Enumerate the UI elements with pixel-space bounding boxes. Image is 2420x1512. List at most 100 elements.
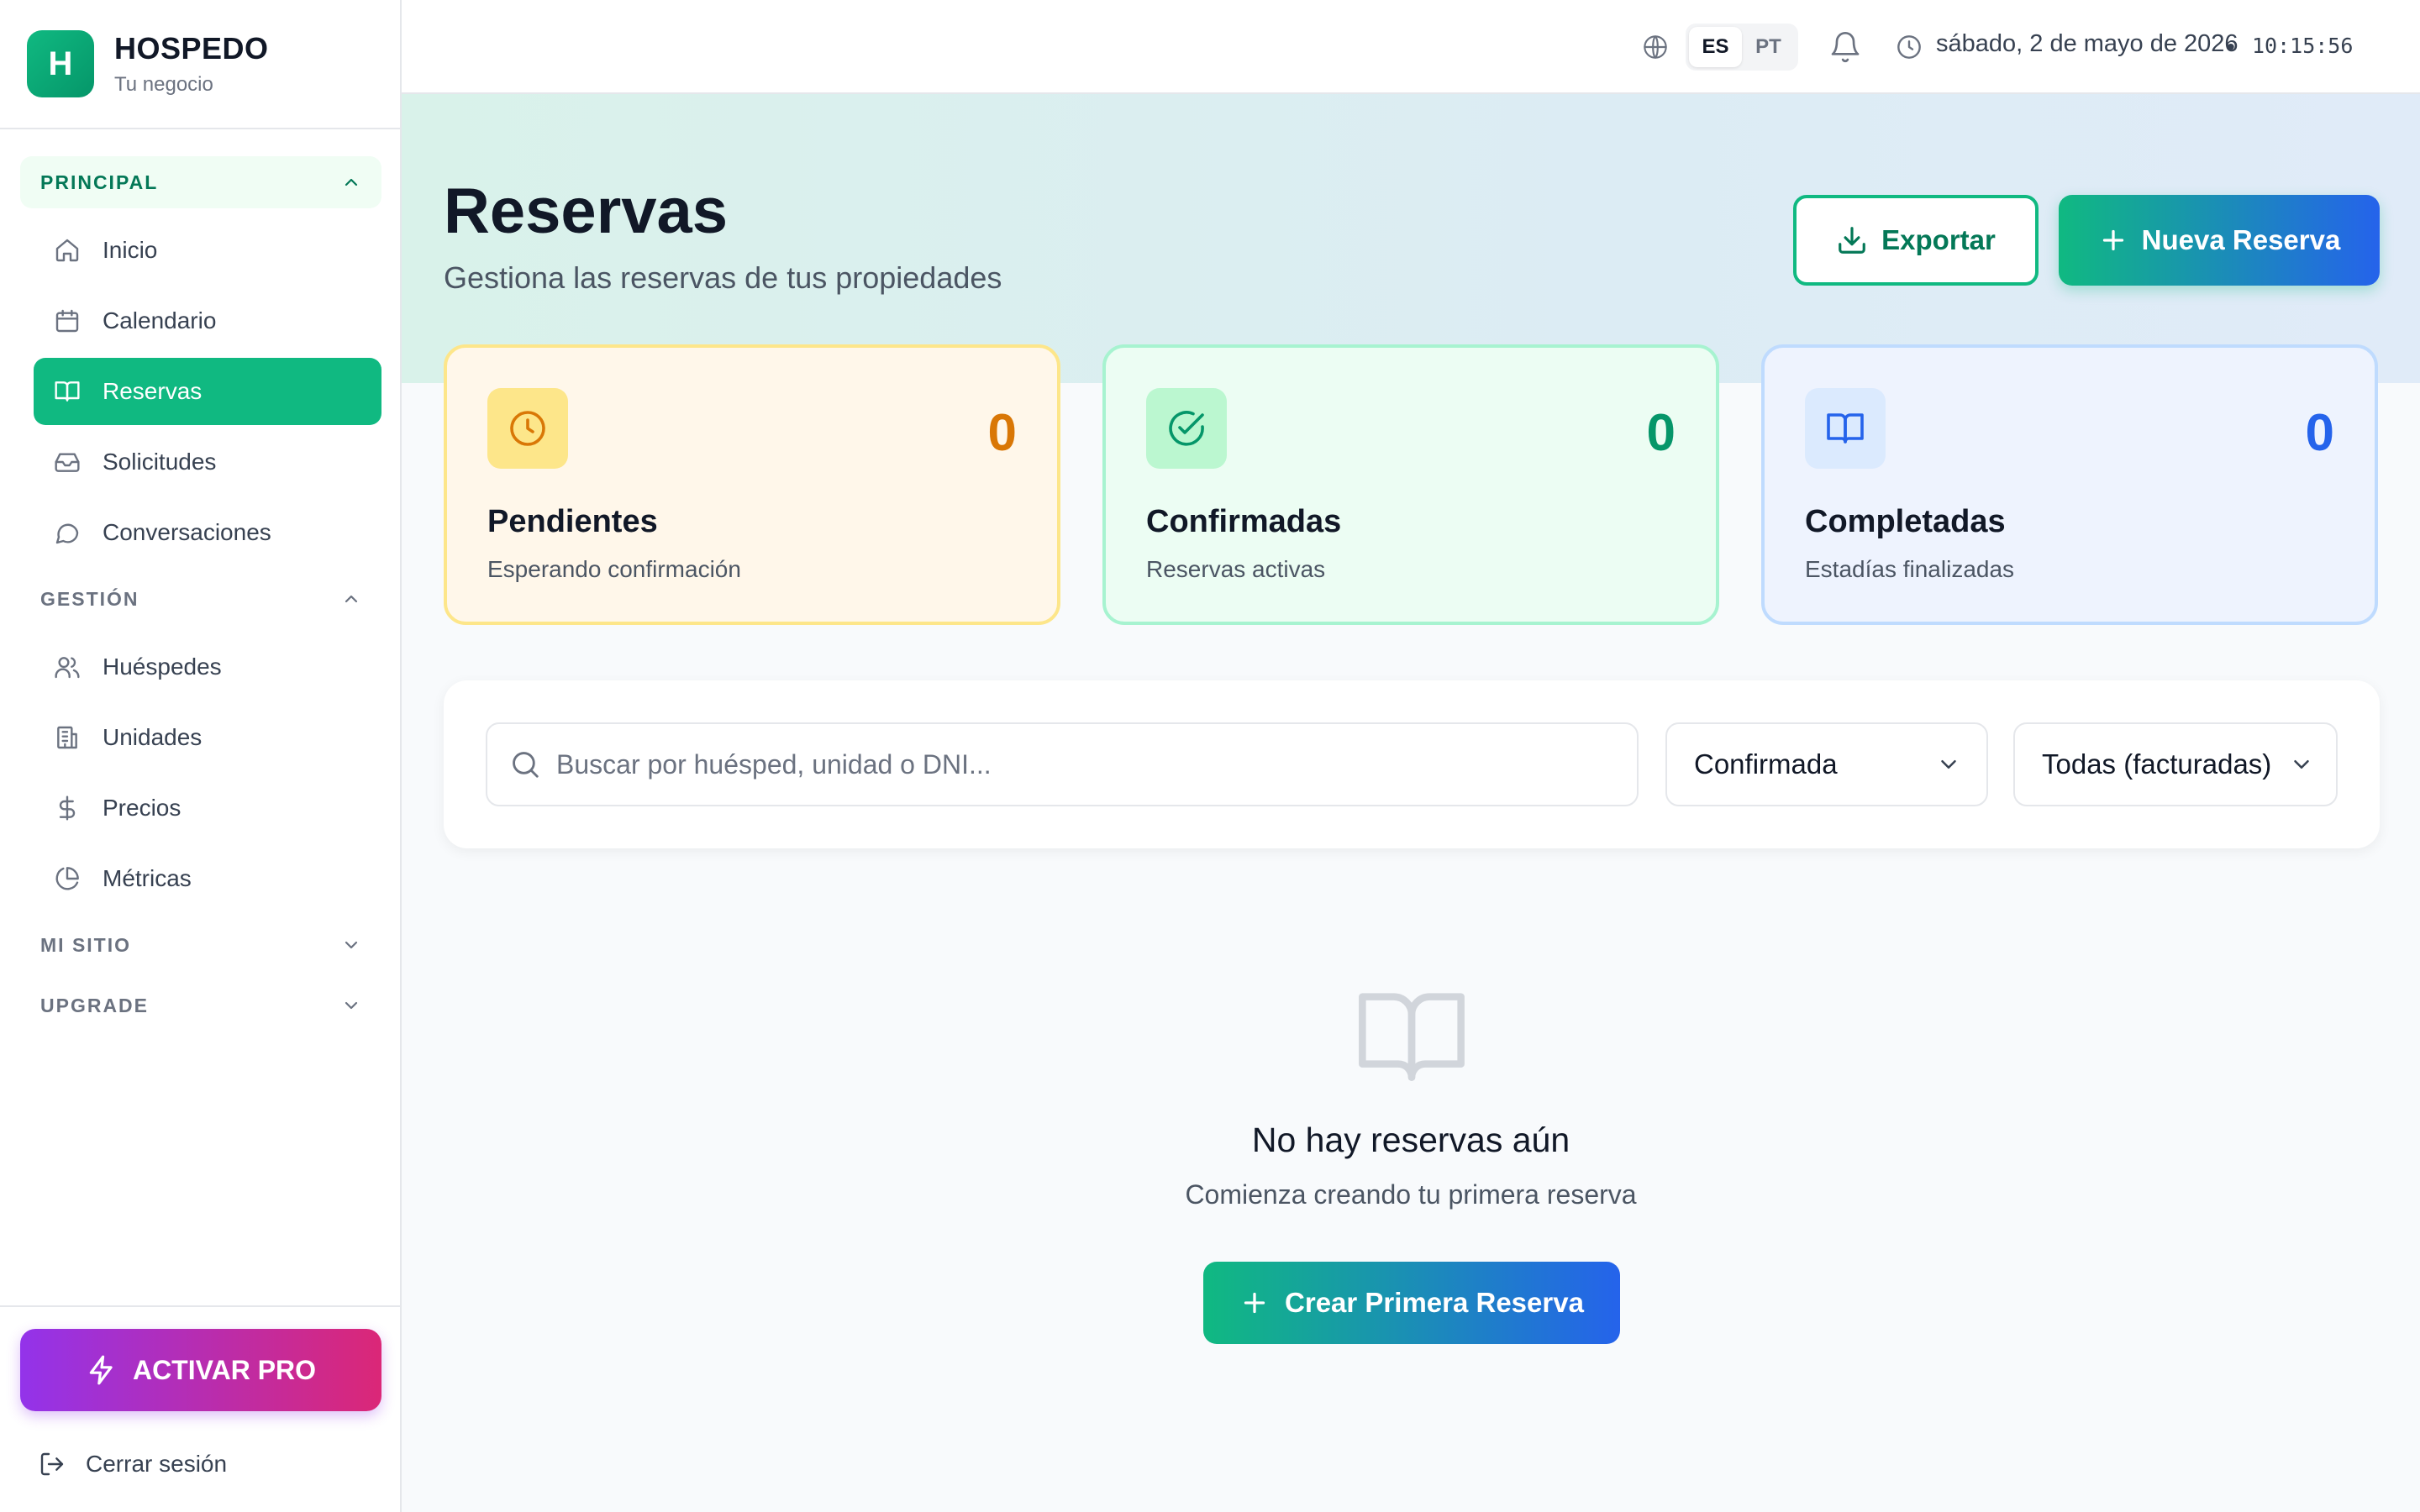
sidebar-item-label: Reservas [103, 378, 203, 404]
clock-icon [510, 411, 545, 446]
search-input[interactable] [556, 748, 1607, 780]
check-circle-icon [1169, 411, 1204, 446]
section-label: MI SITIO [40, 933, 131, 956]
sidebar-item-inicio[interactable]: Inicio [34, 217, 381, 284]
language-switcher: ES PT [1686, 24, 1798, 71]
building-icon [57, 726, 77, 749]
new-reservation-label: Nueva Reserva [2141, 224, 2341, 255]
sidebar-item-label: Unidades [103, 724, 203, 750]
stat-value: 0 [987, 404, 1017, 462]
pie-chart-icon [55, 867, 79, 890]
date-time-separator: • [2227, 34, 2235, 60]
sidebar-item-huespedes[interactable]: Huéspedes [34, 633, 381, 701]
stat-description: Reservas activas [1146, 556, 1326, 582]
section-label: UPGRADE [40, 994, 150, 1016]
section-label: PRINCIPAL [40, 171, 159, 193]
globe-icon [1644, 35, 1667, 59]
export-label: Exportar [1881, 224, 1996, 255]
users-icon [55, 657, 80, 679]
sidebar-footer: ACTIVAR PRO Cerrar sesión [0, 1305, 400, 1512]
sidebar-item-label: Calendario [103, 307, 217, 333]
language-pt-button[interactable]: PT [1742, 27, 1795, 67]
current-date: sábado, 2 de mayo de 2026 [1936, 30, 2238, 57]
sidebar: H HOSPEDO Tu negocio PRINCIPAL Inicio Ca… [0, 0, 402, 1512]
brand-logo: H [27, 30, 94, 97]
lightning-icon [89, 1355, 113, 1385]
create-first-reservation-button[interactable]: Crear Primera Reserva [1203, 1262, 1620, 1344]
stat-card-completed[interactable]: 0 Completadas Estadías finalizadas [1761, 344, 2378, 625]
sidebar-item-metricas[interactable]: Métricas [34, 845, 381, 912]
activate-pro-button[interactable]: ACTIVAR PRO [20, 1329, 381, 1411]
sidebar-item-label: Conversaciones [103, 519, 271, 545]
sidebar-item-label: Solicitudes [103, 449, 217, 475]
stat-description: Esperando confirmación [487, 556, 741, 582]
stat-icon-box [1146, 388, 1227, 469]
sidebar-item-label: Métricas [103, 865, 192, 891]
section-gestion-toggle[interactable]: GESTIÓN [20, 573, 381, 625]
chevron-up-icon [345, 595, 358, 603]
top-bar: ES PT sábado, 2 de mayo de 2026 • 10:15:… [402, 0, 2420, 94]
language-es-button[interactable]: ES [1689, 27, 1742, 67]
plus-icon [1244, 1292, 1265, 1314]
logout-icon [40, 1452, 64, 1476]
stat-value: 0 [2305, 404, 2334, 462]
sidebar-item-label: Huéspedes [103, 654, 222, 680]
search-box[interactable] [486, 722, 1639, 806]
stat-label: Confirmadas [1146, 504, 1342, 539]
section-principal-toggle[interactable]: PRINCIPAL [20, 156, 381, 208]
stat-description: Estadías finalizadas [1805, 556, 2015, 582]
section-mi-sitio-toggle[interactable]: MI SITIO [20, 919, 381, 971]
home-icon [55, 239, 79, 262]
sidebar-item-solicitudes[interactable]: Solicitudes [34, 428, 381, 496]
inbox-icon [55, 453, 80, 472]
chevron-up-icon [345, 178, 358, 186]
book-open-icon [55, 381, 80, 402]
search-icon [513, 752, 539, 778]
chevron-down-icon [2294, 760, 2309, 769]
export-button[interactable]: Exportar [1793, 195, 2039, 286]
logout-link[interactable]: Cerrar sesión [39, 1443, 227, 1485]
chevron-down-icon [1941, 760, 1956, 769]
brand-subtitle: Tu negocio [114, 73, 213, 96]
logout-label: Cerrar sesión [86, 1451, 228, 1477]
brand[interactable]: H HOSPEDO Tu negocio [0, 0, 400, 129]
calendar-icon [55, 309, 79, 333]
chat-bubble-icon [55, 523, 79, 544]
stat-card-pending[interactable]: 0 Pendientes Esperando confirmación [444, 344, 1060, 625]
billing-filter-select[interactable]: Todas (facturadas) [2013, 722, 2338, 806]
download-icon [1839, 227, 1865, 254]
plus-icon [2102, 229, 2123, 251]
status-filter-select[interactable]: Confirmada [1665, 722, 1988, 806]
sidebar-item-label: Inicio [103, 237, 158, 263]
create-first-reservation-label: Crear Primera Reserva [1285, 1287, 1584, 1318]
activate-pro-label: ACTIVAR PRO [132, 1354, 317, 1385]
stat-card-confirmed[interactable]: 0 Confirmadas Reservas activas [1102, 344, 1719, 625]
section-upgrade-toggle[interactable]: UPGRADE [20, 979, 381, 1032]
chevron-down-icon [345, 941, 358, 949]
book-open-icon [1827, 413, 1864, 444]
stat-icon-box [487, 388, 568, 469]
new-reservation-button[interactable]: Nueva Reserva [2059, 195, 2380, 286]
stat-label: Pendientes [487, 504, 658, 539]
empty-state-subtitle: Comienza creando tu primera reserva [1185, 1179, 1637, 1210]
status-filter-value: Confirmada [1694, 748, 1838, 780]
chevron-down-icon [345, 1001, 358, 1010]
stat-value: 0 [1646, 404, 1676, 462]
sidebar-item-conversaciones[interactable]: Conversaciones [34, 499, 381, 566]
empty-book-icon [1359, 993, 1465, 1081]
sidebar-item-reservas[interactable]: Reservas [34, 358, 381, 425]
page-subtitle: Gestiona las reservas de tus propiedades [444, 260, 1002, 295]
sidebar-item-calendario[interactable]: Calendario [34, 287, 381, 354]
sidebar-item-label: Precios [103, 795, 182, 821]
sidebar-item-precios[interactable]: Precios [34, 774, 381, 842]
filter-panel: Confirmada Todas (facturadas) [444, 680, 2380, 848]
section-label: GESTIÓN [40, 587, 139, 610]
stat-label: Completadas [1805, 504, 2006, 539]
bell-icon[interactable] [1828, 30, 1862, 64]
sidebar-item-unidades[interactable]: Unidades [34, 704, 381, 771]
stat-icon-box [1805, 388, 1886, 469]
empty-state-title: No hay reservas aún [1251, 1121, 1570, 1159]
page-title: Reservas [444, 176, 729, 247]
dollar-icon [59, 795, 76, 821]
current-time: 10:15:56 [2252, 34, 2354, 58]
